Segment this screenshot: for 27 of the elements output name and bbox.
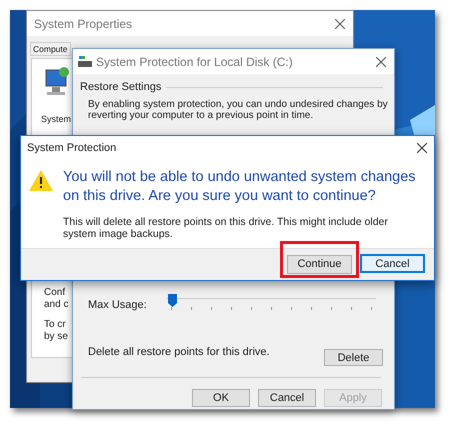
alert-message: You will not be able to undo unwanted system changes on this drive. Are you sure you want to continue? — [63, 168, 417, 206]
side-text: Conf — [44, 286, 66, 300]
dialog-button[interactable]: OK — [192, 389, 250, 407]
dialog-title: System Protection — [27, 140, 116, 156]
side-text: by se — [44, 330, 68, 344]
slider-thumb[interactable] — [168, 294, 177, 307]
side-text: System — [41, 113, 72, 126]
alert-detail: This will delete all restore points on this drive. This might include older system image backups. — [63, 216, 389, 240]
close-icon[interactable] — [417, 143, 427, 153]
max-usage-label: Max Usage: — [88, 298, 147, 313]
description-text: By enabling system protection, you can undo undesired changes by reverting your computer to a previous point in time. — [88, 98, 388, 120]
tab[interactable]: Compute — [30, 42, 70, 56]
warning-icon — [29, 170, 53, 191]
dialog-button[interactable]: Continue — [287, 254, 352, 274]
close-icon[interactable] — [376, 56, 386, 66]
dialog-button[interactable]: Cancel — [258, 389, 316, 407]
computer-icon — [44, 66, 70, 96]
side-text: and c — [44, 298, 68, 312]
delete-button[interactable]: Delete — [324, 349, 383, 366]
dialog-button[interactable]: Cancel — [360, 254, 425, 273]
close-icon[interactable] — [335, 18, 345, 28]
drive-icon — [78, 56, 92, 68]
window-title: System Properties — [34, 16, 132, 32]
window-title: System Protection for Local Disk (C:) — [96, 54, 293, 70]
delete-text: Delete all restore points for this drive. — [88, 345, 270, 360]
section-heading: Restore Settings — [80, 80, 162, 95]
side-text: To cr — [44, 318, 66, 332]
